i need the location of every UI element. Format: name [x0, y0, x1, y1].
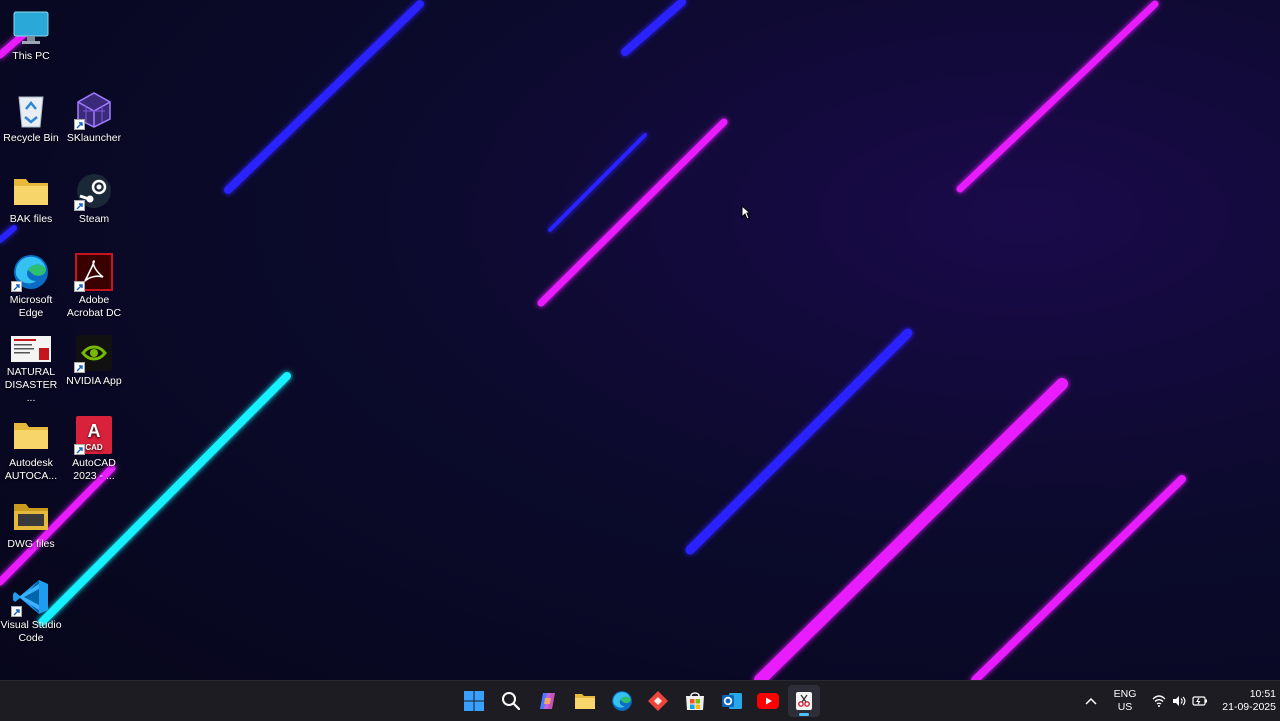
start-button[interactable]: [458, 685, 490, 717]
autocad-icon: A CAD: [74, 415, 114, 455]
youtube-button[interactable]: [752, 685, 784, 717]
wallpaper: [0, 0, 1186, 680]
anydesk-button[interactable]: [642, 685, 674, 717]
taskbar: ENG US 10:51 21-09-2025: [0, 680, 1280, 721]
snipping-tool-icon: [796, 692, 812, 710]
shortcut-arrow-icon: [11, 281, 22, 292]
youtube-icon: [757, 693, 779, 709]
svg-text:A: A: [88, 421, 101, 441]
language-code: ENG: [1113, 688, 1137, 700]
shortcut-arrow-icon: [74, 362, 85, 373]
outlook-icon: [722, 693, 742, 709]
edge-taskbar-button[interactable]: [606, 685, 638, 717]
desktop-icon-bak-files[interactable]: BAK files: [0, 165, 62, 243]
desktop-icon-recycle-bin[interactable]: Recycle Bin: [0, 84, 62, 162]
folder-icon: [575, 694, 595, 709]
desktop-icon-label: Microsoft Edge: [9, 294, 53, 319]
outlook-button[interactable]: [716, 685, 748, 717]
desktop-icon-microsoft-edge[interactable]: Microsoft Edge: [0, 246, 62, 324]
snipping-tool-button[interactable]: [788, 685, 820, 717]
store-icon: [686, 692, 704, 710]
desktop-icon-nvidia-app[interactable]: NVIDIA App: [63, 327, 125, 405]
store-button[interactable]: [679, 685, 711, 717]
sklauncher-cube-icon: [74, 90, 114, 130]
desktop-icon-label: Steam: [78, 213, 110, 225]
desktop-icon-label: Recycle Bin: [3, 132, 59, 144]
shortcut-arrow-icon: [74, 281, 85, 292]
nvidia-icon: [74, 333, 114, 373]
desktop-icon-label: Visual Studio Code: [0, 619, 62, 644]
desktop-icon-adobe-acrobat[interactable]: Adobe Acrobat DC: [63, 246, 125, 324]
desktop-icon-vscode[interactable]: Visual Studio Code: [0, 571, 62, 649]
desktop-icon-label: AutoCAD 2023 - ...: [72, 457, 116, 482]
folder-icon: [11, 415, 51, 455]
wifi-icon: [1152, 695, 1166, 707]
svg-text:CAD: CAD: [85, 443, 103, 452]
quick-settings-button[interactable]: [1148, 689, 1212, 713]
monitor-icon: [11, 8, 51, 48]
steam-icon: [74, 171, 114, 211]
search-button[interactable]: [495, 685, 527, 717]
system-tray: ENG US 10:51 21-09-2025: [1080, 681, 1280, 721]
desktop-icon-sklauncher[interactable]: SKlauncher: [63, 84, 125, 162]
desktop-icon-label: This PC: [12, 50, 50, 62]
copilot-icon: [540, 693, 555, 709]
edge-icon: [11, 252, 51, 292]
language-indicator[interactable]: ENG US: [1106, 687, 1144, 715]
desktop-icon-label: BAK files: [9, 213, 53, 225]
search-icon: [502, 692, 521, 711]
folder-icon: [11, 171, 51, 211]
desktop-icon-label: NATURAL DISASTER ...: [4, 366, 58, 404]
desktop-icon-label: DWG files: [7, 538, 55, 550]
volume-icon: [1173, 696, 1186, 706]
shortcut-arrow-icon: [11, 606, 22, 617]
vscode-icon: [11, 577, 51, 617]
desktop-icon-autodesk-autoca[interactable]: Autodesk AUTOCA...: [0, 409, 62, 487]
shortcut-arrow-icon: [74, 444, 85, 455]
copilot-button[interactable]: [532, 685, 564, 717]
clock[interactable]: 10:51 21-09-2025: [1214, 687, 1276, 715]
desktop-icon-label: SKlauncher: [66, 132, 122, 144]
desktop-icon-natural-disaster[interactable]: NATURAL DISASTER ...: [0, 327, 62, 405]
shortcut-arrow-icon: [74, 200, 85, 211]
file-explorer-button[interactable]: [569, 685, 601, 717]
acrobat-icon: [74, 252, 114, 292]
shortcut-arrow-icon: [74, 119, 85, 130]
recycle-bin-icon: [11, 90, 51, 130]
show-hidden-icons-button[interactable]: [1080, 689, 1102, 713]
chevron-up-icon: [1085, 697, 1097, 705]
keyboard-region: US: [1117, 701, 1133, 713]
windows-start-icon: [464, 691, 484, 711]
desktop-icon-label: Adobe Acrobat DC: [66, 294, 122, 319]
desktop-icon-this-pc[interactable]: This PC: [0, 2, 62, 80]
clock-date: 21-09-2025: [1222, 701, 1276, 713]
desktop-icon-dwg-files[interactable]: DWG files: [0, 490, 62, 568]
clock-time: 10:51: [1249, 688, 1276, 700]
anydesk-icon: [648, 691, 668, 711]
mouse-cursor-icon: [741, 205, 751, 220]
desktop-icon-autocad-2023[interactable]: A CAD AutoCAD 2023 - ...: [63, 409, 125, 487]
pdf-document-icon: [11, 333, 51, 364]
desktop-icon-label: Autodesk AUTOCA...: [4, 457, 58, 482]
desktop-icon-label: NVIDIA App: [66, 375, 122, 387]
edge-icon: [612, 691, 632, 711]
battery-charging-icon: [1192, 696, 1207, 706]
folder-icon: [11, 496, 51, 536]
desktop-icon-steam[interactable]: Steam: [63, 165, 125, 243]
